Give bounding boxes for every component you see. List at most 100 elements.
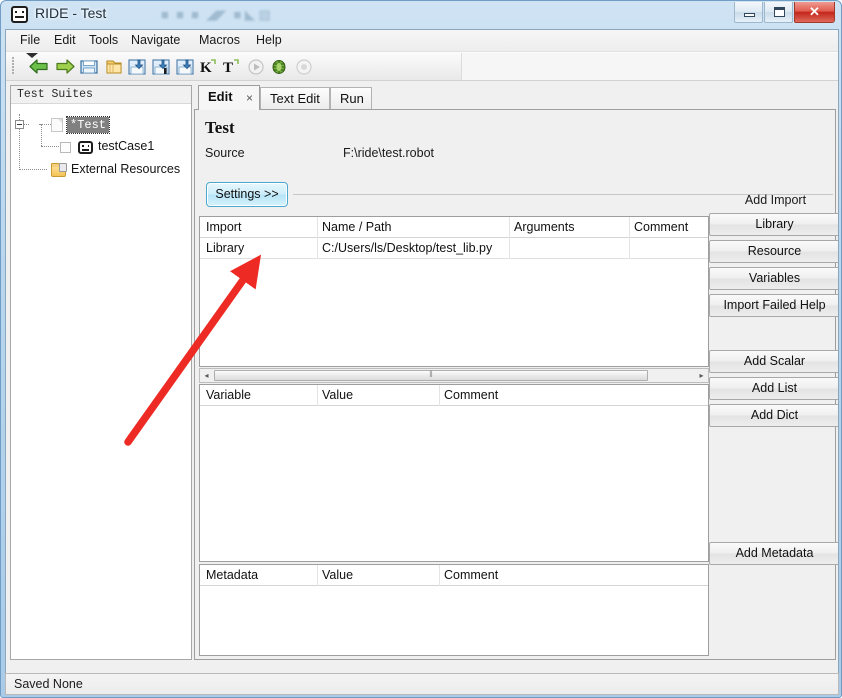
menu-file[interactable]: File [16,33,44,47]
search-tests-icon[interactable]: T [220,56,242,77]
search-keyword-icon[interactable]: K [197,56,219,77]
save-as-icon[interactable] [150,56,172,77]
add-list-button[interactable]: Add List [709,377,838,400]
column-separator [317,385,318,406]
statusbar: Saved None [5,673,839,695]
maximize-button[interactable] [764,2,793,23]
test-suites-title: Test Suites [17,88,93,101]
tab-close-icon[interactable]: × [246,91,253,105]
settings-toggle-button[interactable]: Settings >> [206,182,288,207]
metadata-table-header: Metadata Value Comment [200,565,708,586]
close-icon: ✕ [809,4,820,19]
menu-help[interactable]: Help [252,33,286,47]
source-label: Source [205,146,245,160]
add-import-label: Add Import [744,193,807,207]
import-col-comment: Comment [634,220,689,234]
variable-table[interactable]: Variable Value Comment [199,384,709,562]
tab-text-edit[interactable]: Text Edit [260,87,330,109]
add-scalar-button[interactable]: Add Scalar [709,350,838,373]
column-separator [317,217,318,238]
add-resource-button[interactable]: Resource [709,240,838,263]
add-variables-button[interactable]: Variables [709,267,838,290]
column-separator [439,385,440,406]
add-library-button[interactable]: Library [709,213,838,236]
import-table[interactable]: Import Name / Path Arguments Comment Lib… [199,216,709,367]
editor-side-buttons: Add Import Library Resource Variables Im… [709,30,838,660]
variable-table-header: Variable Value Comment [200,385,708,406]
tree-item-external-resources[interactable]: External Resources [11,161,191,180]
source-path-value: F:\ride\test.robot [343,146,435,160]
window-client-area: File Edit Tools Navigate Macros Help K T… [5,29,839,691]
import-cell-type: Library [206,241,245,255]
test-suites-tree[interactable]: *Test testCase1 External Resources [11,106,191,658]
variable-col-comment: Comment [444,388,499,402]
stop-icon[interactable] [293,56,315,77]
metadata-table[interactable]: Metadata Value Comment [199,564,709,656]
tab-run-label: Run [340,91,364,106]
tree-checkbox[interactable] [60,142,71,153]
scroll-right-icon[interactable]: ▸ [695,369,708,382]
add-metadata-button[interactable]: Add Metadata [709,542,838,565]
page-title: Test [205,118,235,137]
test-suites-panel: Test Suites *Test testCase1 External Res… [10,85,192,660]
column-separator [629,217,630,238]
variable-col-variable: Variable [206,388,251,402]
test-suites-header: Test Suites [11,86,191,104]
ride-main-window: RIDE - Test ■ ■ ■ ◢◤ ■ ◣ ▨ ✕ File Edit T… [0,0,842,698]
toolbar-grip[interactable] [12,56,16,76]
close-button[interactable]: ✕ [794,2,835,23]
column-separator [439,565,440,586]
table-row[interactable]: Library C:/Users/ls/Desktop/test_lib.py [200,238,708,259]
statusbar-text: Saved None [14,677,83,691]
tree-item-testcase1[interactable]: testCase1 [11,138,191,157]
open-directory-icon[interactable] [78,56,100,77]
run-debug-icon[interactable] [268,56,290,77]
import-col-namepath: Name / Path [322,220,392,234]
tree-item-test[interactable]: *Test [11,116,191,136]
menu-macros[interactable]: Macros [195,33,244,47]
document-icon [51,118,63,132]
import-table-header: Import Name / Path Arguments Comment [200,217,708,238]
menu-navigate[interactable]: Navigate [127,33,184,47]
minimize-button[interactable] [734,2,763,23]
column-separator [629,238,630,259]
tree-item-testcase1-label: testCase1 [98,139,155,153]
import-failed-help-button[interactable]: Import Failed Help [709,294,838,317]
column-separator [509,217,510,238]
metadata-col-comment: Comment [444,568,499,582]
forward-arrow-icon[interactable] [54,56,76,77]
folder-lock-icon [51,163,67,177]
metadata-col-metadata: Metadata [206,568,259,582]
tab-edit[interactable]: Edit × [198,85,260,110]
svg-text:T: T [223,60,233,76]
menu-edit[interactable]: Edit [50,33,80,47]
save-icon[interactable] [126,56,148,77]
column-separator [317,565,318,586]
back-arrow-icon[interactable] [28,56,50,77]
column-separator [509,238,510,259]
menu-tools[interactable]: Tools [85,33,122,47]
metadata-col-value: Value [322,568,354,582]
import-col-arguments: Arguments [514,220,575,234]
save-all-icon[interactable] [174,56,196,77]
window-titlebar: RIDE - Test ■ ■ ■ ◢◤ ■ ◣ ▨ ✕ [1,1,841,29]
robot-face-icon [11,6,28,23]
open-file-icon[interactable] [103,56,125,77]
tab-run[interactable]: Run [330,87,372,109]
maximize-icon [774,7,785,17]
variable-col-value: Value [322,388,354,402]
tree-item-external-resources-label: External Resources [71,162,181,176]
add-dict-button[interactable]: Add Dict [709,404,838,427]
window-title: RIDE - Test [35,5,107,21]
tree-expander-icon[interactable] [15,120,24,129]
import-col-import: Import [206,220,242,234]
svg-text:K: K [200,60,212,76]
titlebar-ghost-artifact: ■ ■ ■ ◢◤ ■ ◣ ▨ [161,7,271,22]
run-icon[interactable] [245,56,267,77]
scroll-thumb[interactable] [214,369,648,381]
robot-face-icon [78,141,93,154]
import-cell-path: C:/Users/ls/Desktop/test_lib.py [322,241,493,255]
scroll-left-icon[interactable]: ◂ [200,369,213,382]
tree-item-test-label: *Test [65,116,111,134]
import-table-hscrollbar[interactable]: ◂ ▸ [199,368,709,383]
